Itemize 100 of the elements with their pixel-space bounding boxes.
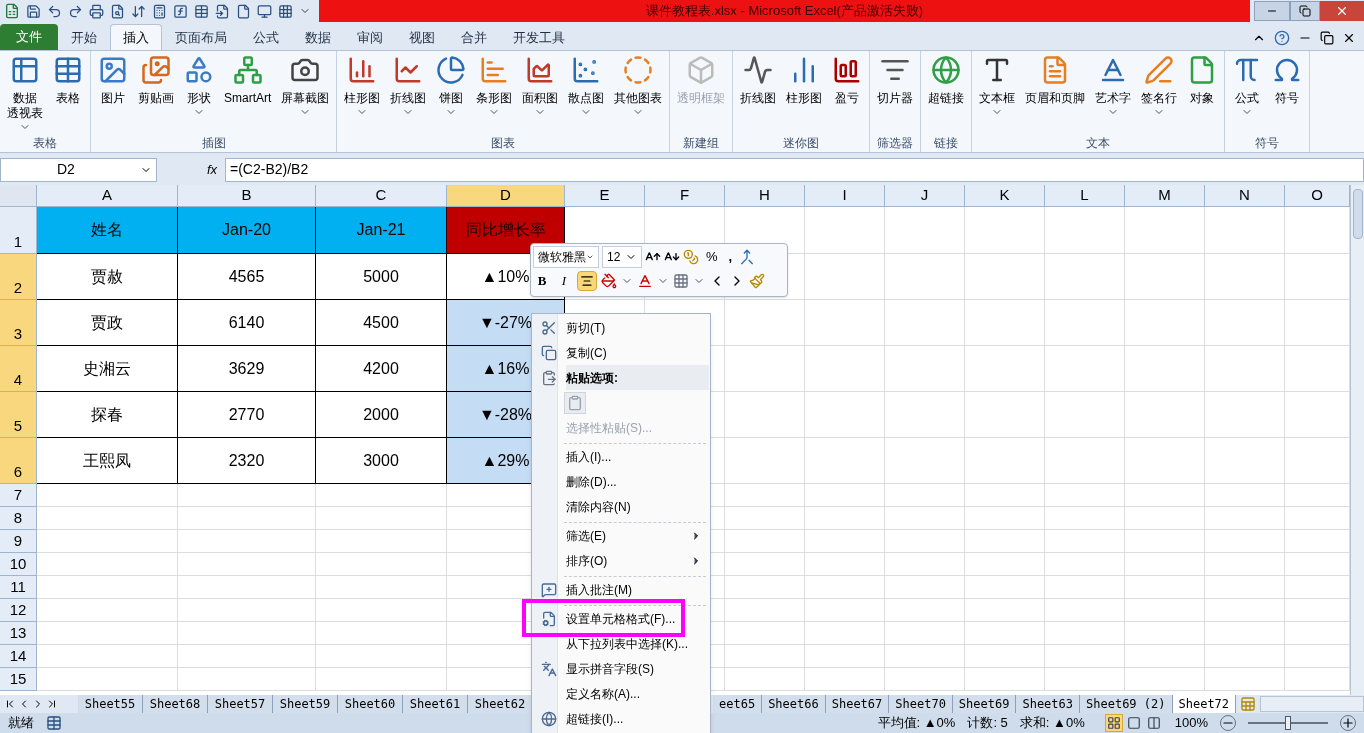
ribbon-button[interactable]: 公式 — [1229, 55, 1266, 134]
ribbon-button[interactable]: 条形图 — [473, 55, 516, 134]
sheet-tab[interactable]: Sheet68 — [143, 695, 208, 713]
ribbon-button[interactable]: 符号 — [1269, 55, 1306, 134]
merge-cells-icon[interactable] — [739, 249, 756, 265]
sheet-tab[interactable]: Sheet69 (2) — [1080, 695, 1173, 713]
column-header[interactable]: I — [805, 185, 885, 207]
sheet-tab[interactable]: Sheet72 — [1172, 695, 1237, 713]
column-header[interactable]: B — [178, 185, 316, 207]
column-header[interactable]: N — [1205, 185, 1285, 207]
ribbon-button[interactable]: 柱形图 — [783, 55, 826, 134]
sheet-tab[interactable]: Sheet59 — [273, 695, 338, 713]
ribbon-button[interactable]: 页眉和页脚 — [1022, 55, 1089, 134]
ribbon-button[interactable]: 折线图 — [737, 55, 780, 134]
first-sheet-icon[interactable] — [4, 698, 16, 710]
row-header[interactable]: 8 — [0, 507, 37, 530]
restore-button[interactable] — [1290, 1, 1320, 21]
row-header[interactable]: 13 — [0, 622, 37, 645]
ribbon-button[interactable]: SmartArt — [221, 55, 275, 134]
column-header[interactable]: L — [1045, 185, 1125, 207]
menu-item[interactable]: 排序(O) — [532, 548, 710, 573]
bold-button[interactable]: B — [533, 271, 551, 291]
column-header[interactable]: M — [1125, 185, 1205, 207]
formula-field[interactable]: =(C2-B2)/B2 — [225, 157, 1364, 182]
new-file-icon[interactable] — [236, 3, 251, 19]
row-header[interactable]: 11 — [0, 576, 37, 599]
sheet-tab[interactable]: Sheet70 — [889, 695, 953, 713]
row-header[interactable]: 12 — [0, 599, 37, 622]
row-header[interactable]: 3 — [0, 300, 37, 346]
column-header[interactable]: H — [725, 185, 805, 207]
borders-icon[interactable] — [278, 3, 293, 19]
menu-item[interactable]: 筛选(E) — [532, 523, 710, 548]
ribbon-tab[interactable]: 开始 — [58, 24, 110, 50]
ribbon-tab[interactable]: 数据 — [292, 24, 344, 50]
sheet-tab[interactable]: Sheet69 — [952, 695, 1017, 713]
row-header[interactable]: 6 — [0, 438, 37, 484]
ribbon-button[interactable]: 折线图 — [387, 55, 430, 134]
printer-icon[interactable] — [89, 3, 104, 19]
menu-item[interactable]: 显示拼音字段(S) — [532, 656, 710, 681]
minimize-button[interactable] — [1254, 1, 1290, 21]
ribbon-tab[interactable]: 审阅 — [344, 24, 396, 50]
ribbon-button[interactable]: 其他图表 — [611, 55, 666, 134]
form-icon[interactable] — [194, 3, 209, 19]
ribbon-button[interactable]: 屏幕截图 — [278, 55, 333, 134]
percent-button[interactable]: % — [702, 247, 722, 267]
save-icon[interactable] — [26, 3, 41, 19]
menu-item[interactable]: 从下拉列表中选择(K)... — [532, 631, 710, 656]
redo-icon[interactable] — [68, 3, 83, 19]
menu-item[interactable]: 定义名称(A)... — [532, 681, 710, 706]
ribbon-tab[interactable]: 公式 — [240, 24, 292, 50]
menu-item[interactable]: 设置单元格格式(F)... — [532, 606, 710, 631]
ribbon-button[interactable]: 散点图 — [565, 55, 608, 134]
center-align-button[interactable] — [577, 271, 597, 291]
zoom-slider[interactable] — [1248, 716, 1328, 730]
zoom-in-icon[interactable] — [1340, 715, 1356, 731]
ribbon-button[interactable]: 盈亏 — [829, 55, 866, 134]
row-header[interactable]: 4 — [0, 346, 37, 392]
normal-view-button[interactable] — [1104, 714, 1123, 732]
undo-icon[interactable] — [47, 3, 62, 19]
ribbon-button[interactable]: 数据 透视表 — [4, 55, 46, 134]
ribbon-button[interactable]: 形状 — [181, 55, 217, 134]
restore-icon[interactable] — [1320, 31, 1334, 45]
font-size-dropdown[interactable]: 12 — [602, 246, 642, 268]
menu-item[interactable]: 超链接(I)... — [532, 706, 710, 731]
column-header[interactable]: K — [965, 185, 1045, 207]
file-tab[interactable]: 文件 — [0, 24, 58, 50]
ribbon-button[interactable]: 超链接 — [925, 55, 968, 134]
column-header[interactable]: E — [565, 185, 645, 207]
row-header[interactable]: 9 — [0, 530, 37, 553]
ribbon-button[interactable]: 柱形图 — [341, 55, 384, 134]
fill-color-icon[interactable] — [601, 273, 617, 289]
zoom-slider-thumb[interactable] — [1285, 716, 1291, 730]
macro-record-icon[interactable] — [46, 715, 62, 731]
ribbon-button[interactable]: 饼图 — [433, 55, 470, 134]
ribbon-button[interactable]: 对象 — [1184, 55, 1221, 134]
column-header[interactable]: A — [37, 185, 178, 207]
ribbon-button[interactable]: 文本框 — [976, 55, 1019, 134]
import-icon[interactable] — [215, 3, 230, 19]
ribbon-button[interactable]: 表格 — [50, 55, 86, 134]
ribbon-tab[interactable]: 插入 — [110, 24, 162, 50]
ribbon-tab[interactable]: 合并 — [448, 24, 500, 50]
row-header[interactable]: 1 — [0, 207, 37, 254]
borders-icon[interactable] — [673, 273, 689, 289]
row-header[interactable]: 10 — [0, 553, 37, 576]
ribbon-button[interactable]: 切片器 — [874, 55, 917, 134]
calculator-icon[interactable] — [152, 3, 167, 19]
column-header[interactable]: O — [1285, 185, 1350, 207]
last-sheet-icon[interactable] — [46, 698, 58, 710]
column-header[interactable]: D — [447, 185, 565, 207]
function-icon[interactable] — [173, 3, 188, 19]
font-color-icon[interactable] — [637, 273, 653, 289]
insert-function-button[interactable]: fx — [161, 159, 221, 180]
sheet-tab[interactable]: Sheet55 — [78, 695, 143, 713]
row-header[interactable]: 7 — [0, 484, 37, 507]
row-header[interactable]: 14 — [0, 645, 37, 668]
menu-item[interactable]: 清除内容(N) — [532, 494, 710, 519]
ribbon-tab[interactable]: 开发工具 — [500, 24, 578, 50]
close-icon[interactable] — [1342, 31, 1356, 45]
print-preview-icon[interactable] — [110, 3, 125, 19]
ribbon-button[interactable]: 艺术字 — [1092, 55, 1135, 134]
